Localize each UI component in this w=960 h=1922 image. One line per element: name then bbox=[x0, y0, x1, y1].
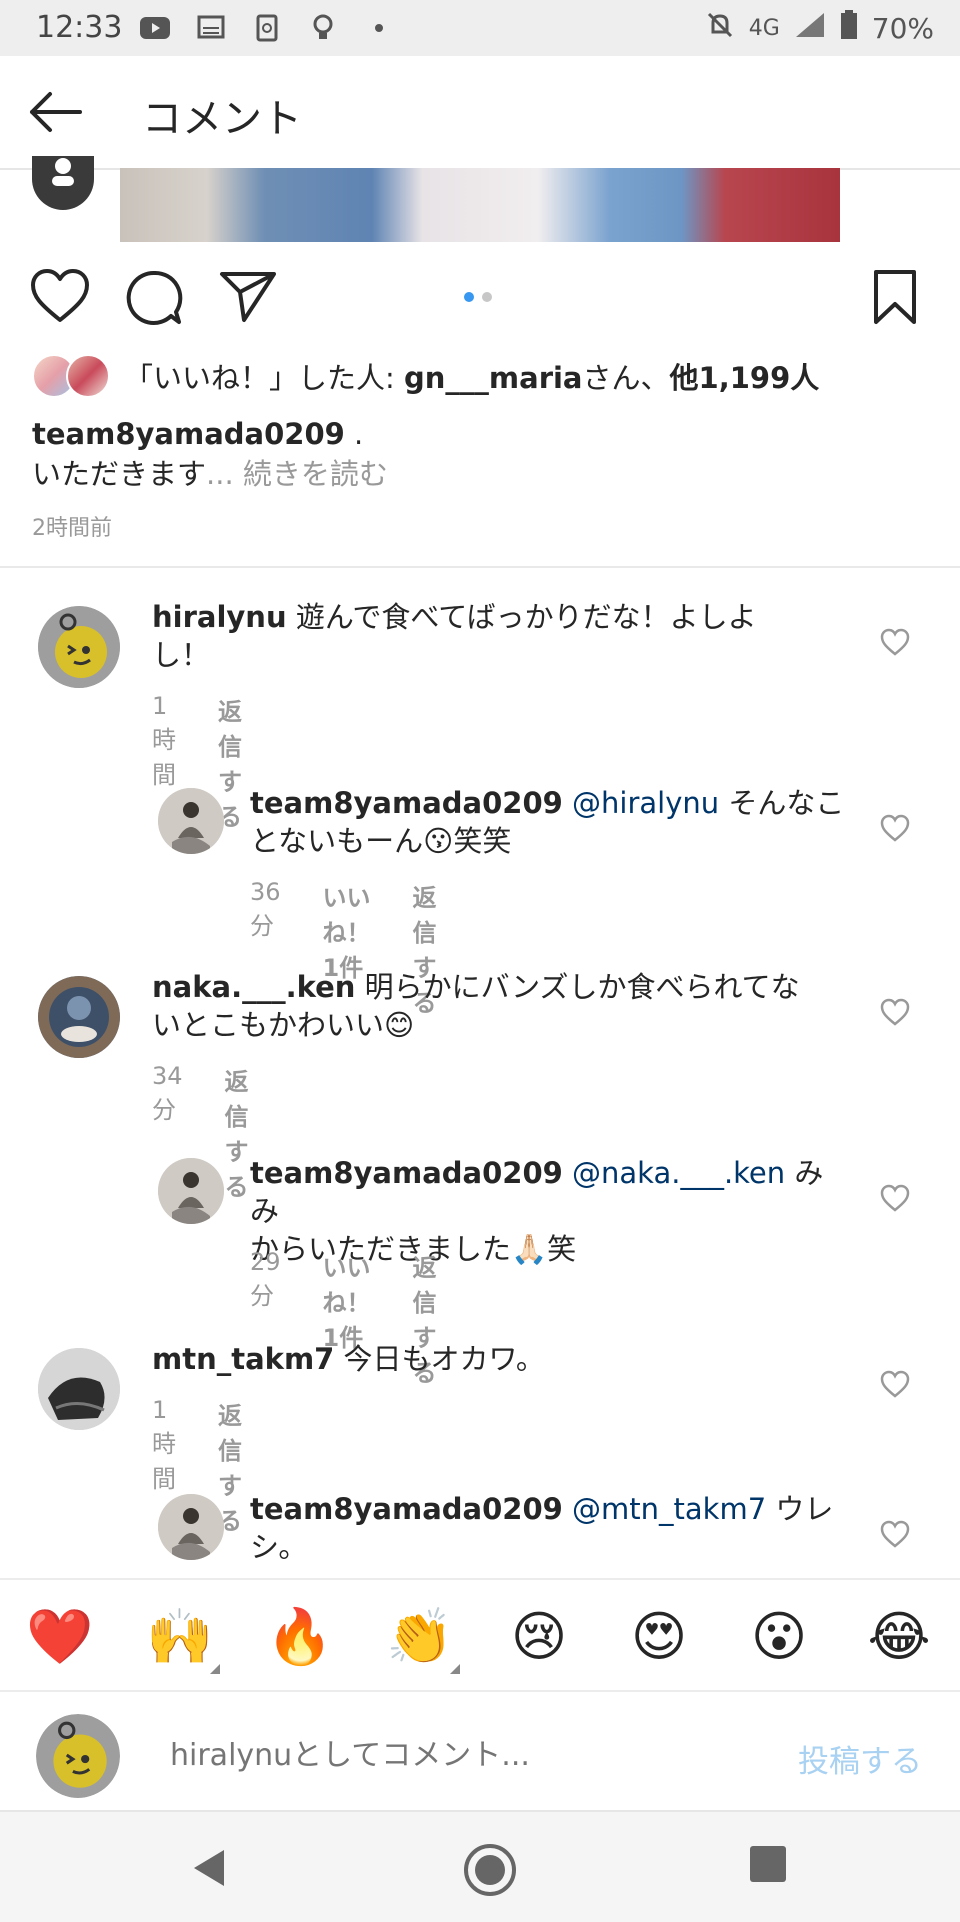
poster-avatar[interactable] bbox=[32, 156, 94, 210]
reply-mention[interactable]: @naka.___.ken bbox=[572, 1156, 785, 1190]
youtube-icon bbox=[140, 14, 170, 42]
comment-like-heart-icon[interactable] bbox=[880, 814, 910, 842]
comment-body: 遊んで食べてばっかりだな！よしよ bbox=[295, 600, 757, 634]
reply-username[interactable]: team8yamada0209 bbox=[250, 1492, 563, 1526]
comment-like-heart-icon[interactable] bbox=[880, 1520, 910, 1548]
avatar[interactable] bbox=[38, 606, 120, 688]
avatar[interactable] bbox=[38, 1348, 120, 1430]
comment-like-heart-icon[interactable] bbox=[880, 1184, 910, 1212]
emoji-cry[interactable]: 😢 bbox=[506, 1604, 572, 1670]
battery-icon bbox=[840, 10, 858, 47]
nav-home-icon[interactable] bbox=[462, 1842, 516, 1896]
comment-body: 今日もオカワ。 bbox=[334, 1342, 545, 1376]
emoji-surprised[interactable]: 😮 bbox=[746, 1604, 812, 1670]
read-more-link[interactable]: ... 続きを読む bbox=[206, 457, 388, 491]
nav-recents-icon[interactable] bbox=[746, 1842, 798, 1894]
mute-icon bbox=[705, 10, 735, 47]
comment-like-heart-icon[interactable] bbox=[880, 628, 910, 656]
post-image[interactable] bbox=[120, 168, 840, 242]
signal-icon bbox=[794, 11, 826, 46]
network-label: 4G bbox=[748, 16, 780, 41]
reply-body: ウレ bbox=[766, 1492, 834, 1526]
comment-like-heart-icon[interactable] bbox=[880, 1370, 910, 1398]
likes-user[interactable]: gn___maria bbox=[404, 361, 583, 395]
comment-icon[interactable] bbox=[124, 268, 184, 328]
reply-button[interactable]: 返信する bbox=[225, 1062, 249, 1202]
bookmark-icon[interactable] bbox=[870, 268, 930, 328]
reply-body: そんなこ bbox=[719, 786, 845, 820]
reply-username[interactable]: team8yamada0209 bbox=[250, 786, 563, 820]
nav-back-icon[interactable] bbox=[186, 1842, 238, 1894]
emoji-joy[interactable]: 😂 bbox=[866, 1604, 932, 1670]
emoji-quick-bar: ❤️ 🙌 🔥 👏 😢 😍 😮 😂 bbox=[0, 1578, 960, 1690]
emoji-clap[interactable]: 👏 bbox=[386, 1604, 460, 1674]
avatar[interactable] bbox=[158, 1158, 224, 1224]
reply-body-cont: シ。 bbox=[250, 1530, 308, 1564]
avatar[interactable] bbox=[158, 788, 224, 854]
comment-input[interactable] bbox=[168, 1730, 752, 1780]
likes-text: 「いいね！」した人: gn___mariaさん、他1,199人 bbox=[124, 355, 819, 397]
reply-text: team8yamada0209 @mtn_takm7 ウレ シ。 bbox=[250, 1490, 850, 1566]
bulb-icon bbox=[308, 14, 338, 42]
comment-username[interactable]: mtn_takm7 bbox=[152, 1342, 334, 1376]
nfc-icon bbox=[252, 14, 282, 42]
emoji-heart-eyes[interactable]: 😍 bbox=[626, 1604, 692, 1670]
carousel-indicator bbox=[464, 292, 492, 302]
app-bar: コメント bbox=[0, 56, 960, 170]
system-nav-bar bbox=[0, 1810, 960, 1922]
comment-body: 明らかにバンズしか食べられてな bbox=[355, 970, 800, 1004]
comment-text: hiralynu 遊んで食べてばっかりだな！よしよ し！ bbox=[152, 598, 832, 674]
post-timestamp: 2時間前 bbox=[32, 516, 112, 541]
comment-body-cont: し！ bbox=[152, 638, 211, 672]
status-time: 12:33 bbox=[36, 10, 123, 45]
reply-username[interactable]: team8yamada0209 bbox=[250, 1156, 563, 1190]
reply-body-cont: とないもーん😗笑笑 bbox=[250, 824, 512, 858]
likes-summary[interactable]: 「いいね！」した人: gn___mariaさん、他1,199人 bbox=[32, 352, 819, 400]
avatar[interactable] bbox=[38, 976, 120, 1058]
caption-line2: いただきます bbox=[32, 457, 207, 491]
reply-mention[interactable]: @mtn_takm7 bbox=[572, 1492, 766, 1526]
liker-avatar bbox=[66, 354, 110, 398]
heart-icon[interactable] bbox=[30, 268, 90, 328]
skin-tone-indicator bbox=[450, 1664, 460, 1674]
reply-text: team8yamada0209 @hiralynu そんなこ とないもーん😗笑笑 bbox=[250, 784, 850, 860]
emoji-raised-hands[interactable]: 🙌 bbox=[146, 1604, 220, 1674]
post-button[interactable]: 投稿する bbox=[798, 1736, 922, 1781]
back-arrow-icon[interactable] bbox=[26, 86, 86, 138]
caption-text: . bbox=[344, 417, 364, 451]
avatar[interactable] bbox=[158, 1494, 224, 1560]
likes-prefix: 「いいね！」した人: bbox=[124, 361, 404, 395]
comment-text: naka.___.ken 明らかにバンズしか食べられてな いとこもかわいい😊 bbox=[152, 968, 842, 1044]
comment-text: mtn_takm7 今日もオカワ。 bbox=[152, 1340, 842, 1378]
likes-mid: さん、 bbox=[582, 361, 670, 395]
battery-label: 70% bbox=[871, 12, 934, 45]
dot-icon bbox=[364, 14, 394, 42]
comment-body-cont: いとこもかわいい😊 bbox=[152, 1008, 415, 1042]
emoji-heart[interactable]: ❤️ bbox=[26, 1604, 93, 1670]
comment-composer: 投稿する bbox=[0, 1690, 960, 1810]
emoji-fire[interactable]: 🔥 bbox=[266, 1604, 333, 1670]
page-title: コメント bbox=[142, 96, 302, 142]
post-caption: team8yamada0209 . いただきます... 続きを読む bbox=[32, 414, 388, 494]
status-bar: 12:33 4G 70% bbox=[0, 0, 960, 56]
carousel-dot-active bbox=[464, 292, 474, 302]
comment-like-heart-icon[interactable] bbox=[880, 998, 910, 1026]
avatar bbox=[36, 1714, 120, 1798]
reply-mention[interactable]: @hiralynu bbox=[572, 786, 719, 820]
share-icon[interactable] bbox=[218, 268, 278, 328]
skin-tone-indicator bbox=[210, 1664, 220, 1674]
post-actions bbox=[0, 268, 960, 328]
cast-icon bbox=[196, 14, 226, 42]
likes-others[interactable]: 他1,199人 bbox=[670, 361, 820, 395]
caption-username[interactable]: team8yamada0209 bbox=[32, 417, 345, 451]
emoji-clap-glyph: 👏 bbox=[386, 1605, 454, 1668]
comment-username[interactable]: hiralynu bbox=[152, 600, 287, 634]
emoji-raised-hands-glyph: 🙌 bbox=[146, 1605, 214, 1668]
carousel-dot bbox=[482, 292, 492, 302]
comment-username[interactable]: naka.___.ken bbox=[152, 970, 355, 1004]
divider bbox=[0, 566, 960, 568]
